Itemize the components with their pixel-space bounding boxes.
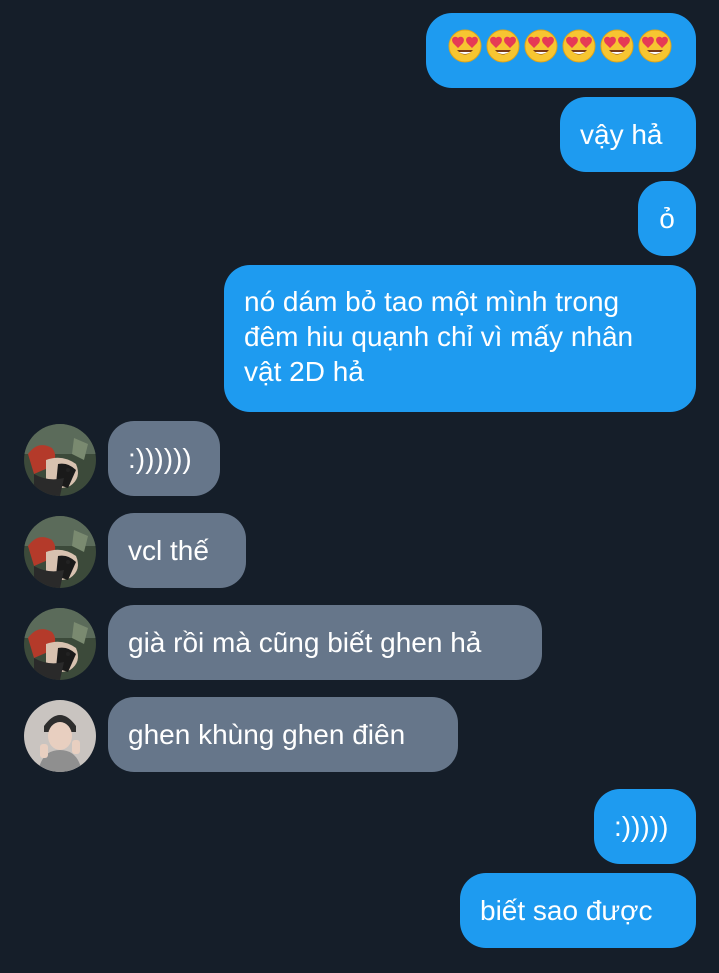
avatar[interactable] <box>24 608 96 680</box>
heart-eyes-emoji-icon <box>448 29 482 63</box>
message-incoming[interactable]: ghen khùng ghen điên <box>108 697 458 772</box>
message-incoming[interactable]: già rồi mà cũng biết ghen hả <box>108 605 542 680</box>
message-text: biết sao được <box>480 895 653 926</box>
message-outgoing[interactable]: biết sao được <box>460 873 696 948</box>
anime-avatar-icon <box>24 424 96 496</box>
avatar[interactable] <box>24 424 96 496</box>
message-outgoing[interactable]: :))))) <box>594 789 696 864</box>
message-text: vcl thế <box>128 535 209 566</box>
message-text: vậy hả <box>580 119 663 150</box>
heart-eyes-emoji-icon <box>524 29 558 63</box>
avatar[interactable] <box>24 516 96 588</box>
chat-thread: vậy hả ỏ nó dám bỏ tao một mình trong đê… <box>0 0 719 973</box>
heart-eyes-emoji-icon <box>562 29 596 63</box>
heart-eyes-emoji-icon <box>486 29 520 63</box>
message-outgoing-emoji[interactable] <box>426 13 696 88</box>
message-outgoing[interactable]: vậy hả <box>560 97 696 172</box>
message-outgoing[interactable]: ỏ <box>638 181 696 256</box>
message-incoming[interactable]: :)))))) <box>108 421 220 496</box>
message-text: :))))) <box>614 811 669 842</box>
avatar[interactable] <box>24 700 96 772</box>
photo-avatar-icon <box>24 700 96 772</box>
message-text: nó dám bỏ tao một mình trong đêm hiu quạ… <box>244 286 634 387</box>
heart-eyes-emoji-icon <box>638 29 672 63</box>
message-outgoing[interactable]: nó dám bỏ tao một mình trong đêm hiu quạ… <box>224 265 696 412</box>
message-text: ỏ <box>659 203 675 234</box>
message-text: già rồi mà cũng biết ghen hả <box>128 627 482 658</box>
emoji-row <box>426 13 696 63</box>
anime-avatar-icon <box>24 516 96 588</box>
anime-avatar-icon <box>24 608 96 680</box>
message-incoming[interactable]: vcl thế <box>108 513 246 588</box>
heart-eyes-emoji-icon <box>600 29 634 63</box>
message-text: :)))))) <box>128 443 192 474</box>
message-text: ghen khùng ghen điên <box>128 719 406 750</box>
